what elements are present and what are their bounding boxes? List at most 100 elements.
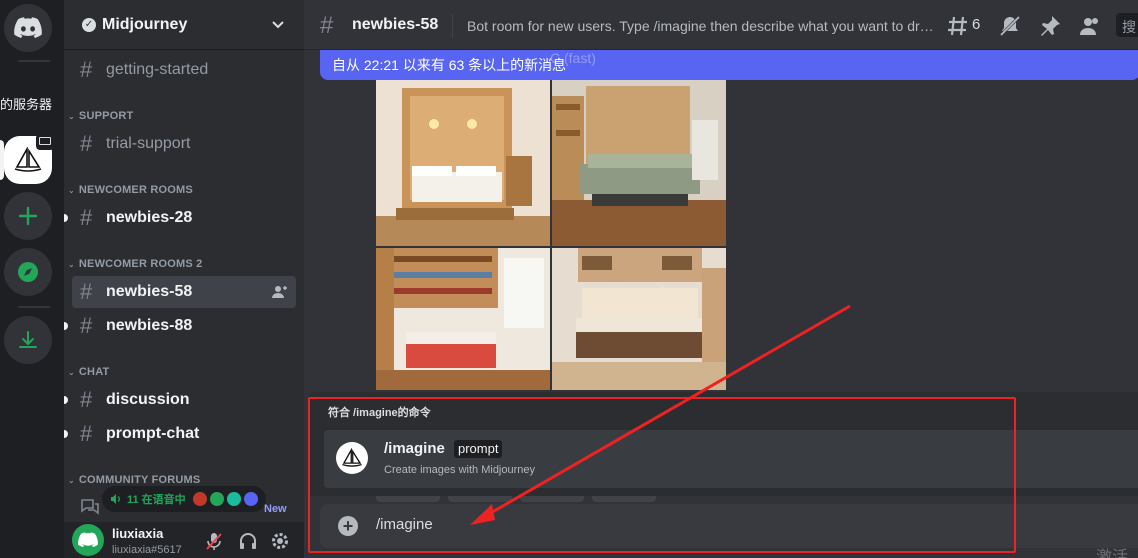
channel-header: # newbies-58 Bot room for new users. Typ…: [304, 0, 1138, 50]
image-variation-3[interactable]: [376, 248, 550, 390]
hash-icon: #: [80, 421, 93, 446]
threads-icon[interactable]: [946, 14, 970, 38]
channel-getting-started[interactable]: # getting-started: [72, 54, 296, 86]
message-input[interactable]: /imagine: [376, 516, 433, 533]
channel-trial-support[interactable]: # trial-support: [72, 128, 296, 160]
channel-label: trial-support: [106, 135, 191, 152]
voice-activity-pill[interactable]: 11 在语音中: [102, 486, 266, 512]
image-variation-1[interactable]: [376, 80, 550, 246]
add-member-icon[interactable]: [272, 285, 288, 299]
channel-newbies-28[interactable]: # newbies-28: [64, 202, 296, 234]
chevron-down-icon: ⌄: [68, 186, 75, 195]
category-newcomer-rooms-2[interactable]: ⌄ NEWCOMER ROOMS 2: [68, 258, 203, 270]
pin-icon[interactable]: [1038, 14, 1062, 38]
download-icon: [19, 331, 37, 348]
server-rail: 的服务器: [0, 0, 64, 558]
thread-hash-icon: #: [80, 279, 93, 304]
channel-label: newbies-88: [106, 317, 193, 334]
new-badge: New: [264, 503, 287, 515]
imagine-command-option[interactable]: /imagine prompt Create images with Midjo…: [324, 430, 1138, 488]
message-composer[interactable]: + /imagine: [320, 504, 1138, 548]
murphy-bed-image: [552, 80, 726, 246]
speaker-icon: [111, 494, 120, 504]
plus-icon: [18, 206, 38, 226]
new-messages-bar[interactable]: 自从 22:21 以来有 63 条以上的新消息 C (fast): [320, 50, 1138, 80]
server-folder-label[interactable]: 的服务器: [0, 94, 60, 113]
guild-header[interactable]: ✓ Midjourney: [64, 0, 304, 50]
rail-separator: [18, 60, 50, 62]
channel-prompt-chat[interactable]: # prompt-chat: [64, 418, 296, 450]
voice-user-avatar: [209, 492, 224, 506]
headphones-icon[interactable]: [238, 531, 258, 551]
download-apps-button[interactable]: [4, 316, 52, 364]
hash-icon: #: [80, 387, 93, 412]
channel-label: discussion: [106, 391, 190, 408]
category-label: SUPPORT: [78, 110, 134, 122]
add-server-button[interactable]: [4, 192, 52, 240]
channel-newbies-88[interactable]: # newbies-88: [64, 310, 296, 342]
search-input[interactable]: 搜: [1116, 13, 1138, 37]
hash-icon: #: [80, 131, 93, 156]
category-label: COMMUNITY FORUMS: [78, 474, 201, 486]
rail-separator: [18, 306, 50, 308]
mute-microphone-icon[interactable]: [204, 531, 224, 551]
unread-indicator: [64, 322, 68, 330]
category-chat[interactable]: ⌄ CHAT: [68, 366, 109, 378]
voice-count-label: 11 在语音中: [127, 494, 186, 506]
image-variation-2[interactable]: [552, 80, 726, 246]
unread-indicator: [64, 396, 68, 404]
chevron-down-icon: ⌄: [68, 476, 75, 485]
discord-logo-icon: [78, 532, 98, 548]
channel-label: newbies-58: [106, 283, 193, 300]
channel-label: newbies-28: [106, 209, 193, 226]
compass-icon: [18, 262, 38, 282]
autocomplete-title: 符合 /imagine的命令: [328, 407, 431, 419]
chevron-down-icon: ⌄: [68, 368, 75, 377]
command-option-tag: prompt: [454, 440, 503, 458]
murphy-bed-image: [376, 80, 550, 246]
category-community-forums[interactable]: ⌄ COMMUNITY FORUMS: [68, 474, 200, 486]
chevron-down-icon: ⌄: [68, 260, 75, 269]
watermark-text: 激活: [1096, 549, 1129, 558]
command-autocomplete: 符合 /imagine的命令 /imagine prompt Create im…: [308, 392, 1138, 496]
voice-user-avatar: [243, 492, 258, 506]
category-newcomer-rooms[interactable]: ⌄ NEWCOMER ROOMS: [68, 184, 193, 196]
unread-indicator: [64, 430, 68, 438]
voice-user-avatar: [226, 492, 241, 506]
generated-image-grid[interactable]: [376, 80, 726, 390]
image-variation-4[interactable]: [552, 248, 726, 390]
user-tag: liuxiaxia#5617: [112, 544, 182, 556]
attach-plus-icon[interactable]: +: [338, 516, 358, 536]
guild-name: Midjourney: [102, 15, 188, 33]
faded-message-text: C (fast): [550, 50, 596, 66]
button-peek: [376, 496, 440, 502]
channel-label: getting-started: [106, 61, 209, 78]
command-name: /imagine: [384, 440, 445, 457]
explore-servers-button[interactable]: [4, 248, 52, 296]
notification-muted-icon[interactable]: [998, 14, 1022, 38]
member-list-icon[interactable]: [1078, 14, 1102, 38]
murphy-bed-image: [376, 248, 550, 390]
button-peek: [520, 496, 584, 502]
discord-window: 的服务器 ✓ Midjourney # getting-started ⌄ SU…: [0, 0, 1138, 558]
verified-check-icon: ✓: [82, 17, 96, 32]
thread-hash-icon: #: [80, 205, 93, 230]
voice-user-avatar: [192, 492, 207, 506]
button-peek: [448, 496, 512, 502]
channel-topic[interactable]: Bot room for new users. Type /imagine th…: [467, 18, 937, 34]
category-support[interactable]: ⌄ SUPPORT: [68, 110, 133, 122]
user-avatar[interactable]: [72, 524, 104, 556]
screen-share-badge: [36, 134, 54, 150]
thread-hash-icon: #: [320, 12, 334, 39]
channel-title: newbies-58: [352, 16, 439, 33]
channel-discussion[interactable]: # discussion: [64, 384, 296, 416]
channel-newbies-58[interactable]: # newbies-58: [72, 276, 296, 308]
chevron-down-icon: ⌄: [68, 112, 75, 121]
sailboat-icon: [14, 147, 42, 172]
channel-sidebar: ✓ Midjourney # getting-started ⌄ SUPPORT …: [64, 0, 304, 558]
threads-count: 6: [972, 16, 981, 33]
button-peek: [592, 496, 656, 502]
discord-home-button[interactable]: [4, 4, 52, 52]
gear-icon[interactable]: [270, 531, 290, 551]
username: liuxiaxia: [112, 526, 164, 541]
